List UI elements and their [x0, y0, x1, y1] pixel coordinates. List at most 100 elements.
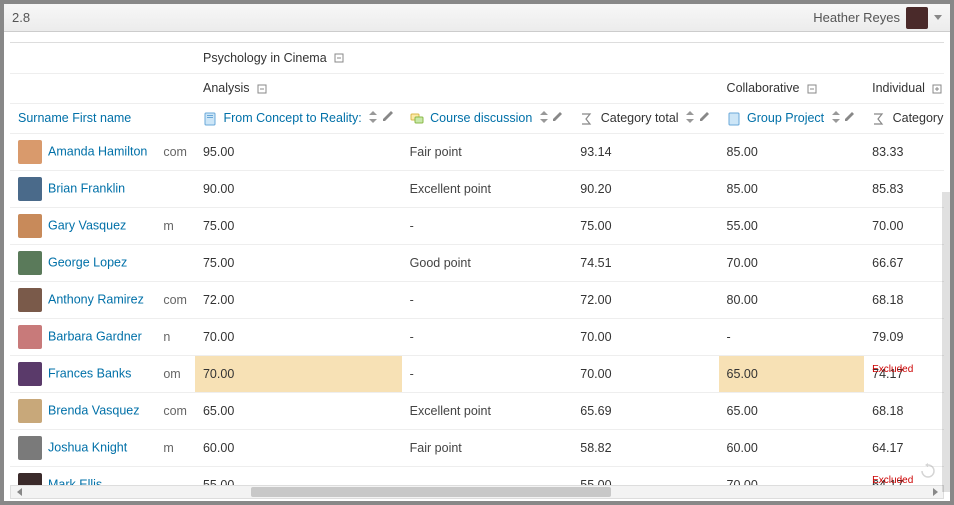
col-group-project[interactable]: Group Project [719, 103, 865, 133]
student-name-cell[interactable]: Gary Vasquez [10, 207, 155, 244]
col-category-total[interactable]: Category total [572, 103, 718, 133]
grade-cell[interactable]: 93.14 [572, 133, 718, 170]
grade-cell[interactable]: 95.00 [195, 133, 402, 170]
col-name[interactable]: Surname First name [10, 103, 155, 133]
edit-icon[interactable] [844, 111, 856, 125]
grade-cell[interactable]: 72.00 [195, 281, 402, 318]
vertical-scrollbar[interactable] [942, 192, 950, 492]
edit-icon[interactable] [382, 111, 394, 125]
grade-cell[interactable]: 90.20 [572, 170, 718, 207]
grade-cell[interactable]: 70.00 [572, 318, 718, 355]
edit-icon[interactable] [552, 111, 564, 125]
grade-cell[interactable]: 85.00 [719, 133, 865, 170]
grade-cell[interactable]: 68.18 [864, 392, 944, 429]
col-discussion[interactable]: Course discussion [402, 103, 573, 133]
grade-cell[interactable]: - [719, 318, 865, 355]
student-name-cell[interactable]: Brian Franklin [10, 170, 155, 207]
assignment-icon [727, 111, 744, 125]
grade-cell[interactable]: 90.00 [195, 170, 402, 207]
grade-cell[interactable]: 65.00 [719, 355, 865, 392]
student-link[interactable]: Brenda Vasquez [48, 403, 140, 417]
grade-cell[interactable]: 75.00 [195, 207, 402, 244]
student-name-cell[interactable]: George Lopez [10, 244, 155, 281]
grade-cell[interactable]: 55.00 [719, 207, 865, 244]
col-category-total-2[interactable]: Category total [864, 103, 944, 133]
grade-cell[interactable]: Excluded74.17 [864, 355, 944, 392]
collapse-icon[interactable] [803, 81, 817, 95]
grade-cell[interactable]: 72.00 [572, 281, 718, 318]
grade-cell[interactable]: 74.51 [572, 244, 718, 281]
grade-cell[interactable]: 65.00 [195, 392, 402, 429]
student-name-cell[interactable]: Brenda Vasquez [10, 392, 155, 429]
sort-icon[interactable] [539, 111, 549, 126]
student-name-cell[interactable]: Frances Banks [10, 355, 155, 392]
student-name-cell[interactable]: Barbara Gardner [10, 318, 155, 355]
horizontal-scrollbar[interactable] [10, 485, 944, 499]
student-link[interactable]: George Lopez [48, 255, 127, 269]
grade-cell[interactable]: Excellent point [402, 170, 573, 207]
scroll-left-icon[interactable] [13, 487, 25, 497]
grade-cell[interactable]: 55.00 [572, 466, 718, 485]
collapse-icon[interactable] [253, 81, 267, 95]
student-name-cell[interactable]: Joshua Knight [10, 429, 155, 466]
grade-cell[interactable]: - [402, 466, 573, 485]
reset-icon[interactable] [920, 463, 936, 479]
collapse-icon[interactable] [330, 51, 344, 65]
grade-cell[interactable]: - [402, 355, 573, 392]
grade-cell[interactable]: 60.00 [719, 429, 865, 466]
col-concept[interactable]: From Concept to Reality: [195, 103, 402, 133]
scroll-thumb[interactable] [251, 487, 611, 497]
sort-icon[interactable] [685, 111, 695, 126]
grade-cell[interactable]: 85.00 [719, 170, 865, 207]
grade-cell[interactable]: Fair point [402, 429, 573, 466]
student-link[interactable]: Brian Franklin [48, 181, 125, 195]
sort-icon[interactable] [831, 111, 841, 126]
sort-icon[interactable] [368, 111, 378, 126]
grade-cell[interactable]: Good point [402, 244, 573, 281]
grade-cell[interactable]: 70.00 [719, 466, 865, 485]
scroll-right-icon[interactable] [929, 487, 941, 497]
grade-cell[interactable]: 70.00 [864, 207, 944, 244]
grade-cell[interactable]: Excellent point [402, 392, 573, 429]
grade-cell[interactable]: 70.00 [572, 355, 718, 392]
expand-icon[interactable] [928, 81, 942, 95]
grade-cell[interactable]: Fair point [402, 133, 573, 170]
grade-cell[interactable]: 66.67 [864, 244, 944, 281]
grade-cell[interactable]: 70.00 [195, 355, 402, 392]
grade-cell[interactable]: 55.00 [195, 466, 402, 485]
grade-cell[interactable]: 68.18 [864, 281, 944, 318]
student-link[interactable]: Gary Vasquez [48, 218, 126, 232]
excluded-badge: Excluded [872, 475, 913, 486]
grade-cell[interactable]: 65.00 [719, 392, 865, 429]
grade-cell[interactable]: 70.00 [719, 244, 865, 281]
email-cell: com [155, 281, 195, 318]
student-link[interactable]: Mark Ellis [48, 477, 102, 485]
email-cell [155, 466, 195, 485]
student-link[interactable]: Amanda Hamilton [48, 144, 147, 158]
grade-cell[interactable]: 79.09 [864, 318, 944, 355]
grade-cell[interactable]: 85.83 [864, 170, 944, 207]
grade-cell[interactable]: 75.00 [195, 244, 402, 281]
grade-cell[interactable]: 70.00 [195, 318, 402, 355]
grade-cell[interactable]: 83.33 [864, 133, 944, 170]
user-menu[interactable]: Heather Reyes [813, 7, 942, 29]
avatar [906, 7, 928, 29]
student-name-cell[interactable]: Amanda Hamilton [10, 133, 155, 170]
grade-cell[interactable]: 58.82 [572, 429, 718, 466]
grade-cell[interactable]: - [402, 281, 573, 318]
student-link[interactable]: Barbara Gardner [48, 329, 142, 343]
grade-cell[interactable]: 75.00 [572, 207, 718, 244]
grade-cell[interactable]: 64.17 [864, 429, 944, 466]
grade-cell[interactable]: 65.69 [572, 392, 718, 429]
student-name-cell[interactable]: Mark Ellis [10, 466, 155, 485]
edit-icon[interactable] [699, 111, 711, 125]
student-link[interactable]: Anthony Ramirez [48, 292, 144, 306]
student-link[interactable]: Joshua Knight [48, 440, 127, 454]
grade-report[interactable]: Psychology in Cinema Analysis Collaborat… [10, 42, 944, 485]
student-name-cell[interactable]: Anthony Ramirez [10, 281, 155, 318]
grade-cell[interactable]: 60.00 [195, 429, 402, 466]
grade-cell[interactable]: - [402, 318, 573, 355]
student-link[interactable]: Frances Banks [48, 366, 131, 380]
grade-cell[interactable]: - [402, 207, 573, 244]
grade-cell[interactable]: 80.00 [719, 281, 865, 318]
